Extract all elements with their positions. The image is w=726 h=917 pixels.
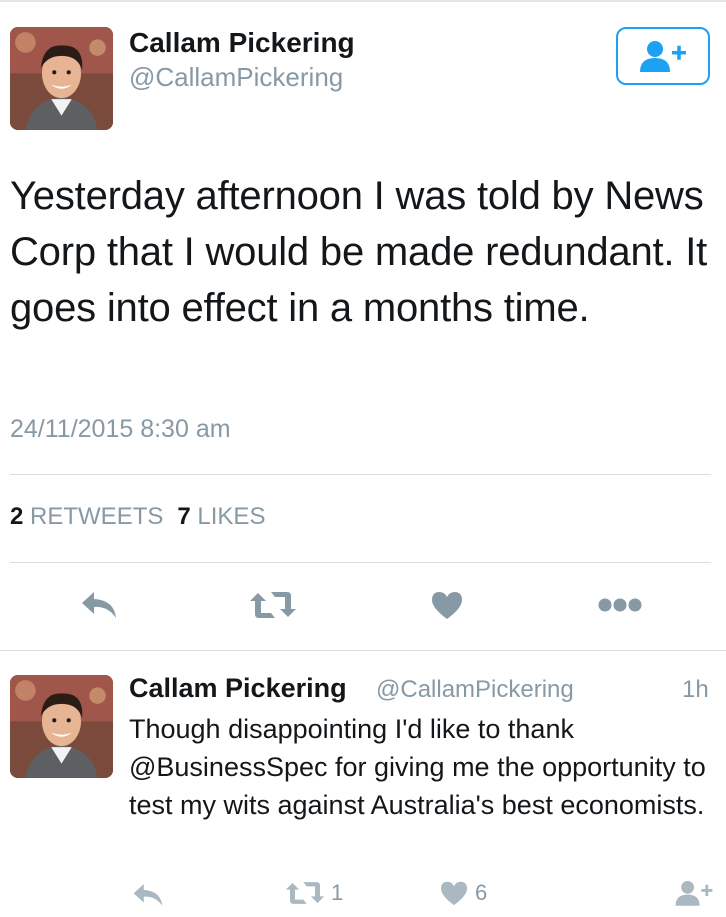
top-divider — [0, 0, 726, 2]
reply-time[interactable]: 1h — [682, 676, 709, 704]
like-button[interactable] — [430, 590, 464, 620]
likes-count[interactable]: 7 — [177, 503, 190, 530]
heart-icon — [441, 881, 467, 906]
more-icon — [598, 598, 642, 612]
likes-label[interactable]: LIKES — [197, 503, 265, 530]
reply-retweet-button[interactable]: 1 — [285, 880, 343, 906]
avatar-photo — [10, 27, 113, 130]
reply-like-count: 6 — [475, 880, 488, 905]
reply-icon — [82, 592, 116, 618]
divider — [10, 474, 711, 475]
avatar[interactable] — [10, 27, 113, 130]
follow-button[interactable] — [616, 27, 710, 85]
divider — [0, 650, 726, 651]
reply-tweet-text: Though disappointing I'd like to thank @… — [129, 714, 706, 820]
reply-author-name[interactable]: Callam Pickering — [129, 673, 347, 704]
tweet-timestamp[interactable]: 24/11/2015 8:30 am — [10, 415, 231, 444]
divider — [10, 562, 711, 563]
retweet-button[interactable] — [249, 590, 297, 620]
follow-user-icon — [640, 41, 686, 72]
reply-retweet-count: 1 — [331, 880, 344, 905]
tweet-text: Yesterday afternoon I was told by News C… — [10, 174, 708, 330]
retweets-label[interactable]: RETWEETS — [30, 503, 163, 530]
author-name[interactable]: Callam Pickering — [129, 27, 355, 59]
tweet-stats: 2 RETWEETS 7 LIKES — [10, 503, 265, 531]
follow-user-icon — [675, 881, 713, 906]
author-handle[interactable]: @CallamPickering — [129, 62, 343, 93]
reply-reply-button[interactable] — [132, 882, 164, 908]
reply-button[interactable] — [80, 590, 118, 620]
reply-author-handle[interactable]: @CallamPickering — [376, 676, 574, 704]
more-button[interactable] — [598, 597, 642, 613]
retweet-icon — [285, 882, 325, 904]
retweet-icon — [250, 592, 296, 618]
retweets-count[interactable]: 2 — [10, 503, 23, 530]
reply-like-button[interactable]: 6 — [439, 880, 487, 906]
reply-icon — [133, 884, 163, 906]
avatar-photo — [10, 675, 113, 778]
reply-avatar[interactable] — [10, 675, 113, 778]
reply-follow-button[interactable] — [674, 879, 714, 907]
heart-icon — [432, 592, 462, 619]
